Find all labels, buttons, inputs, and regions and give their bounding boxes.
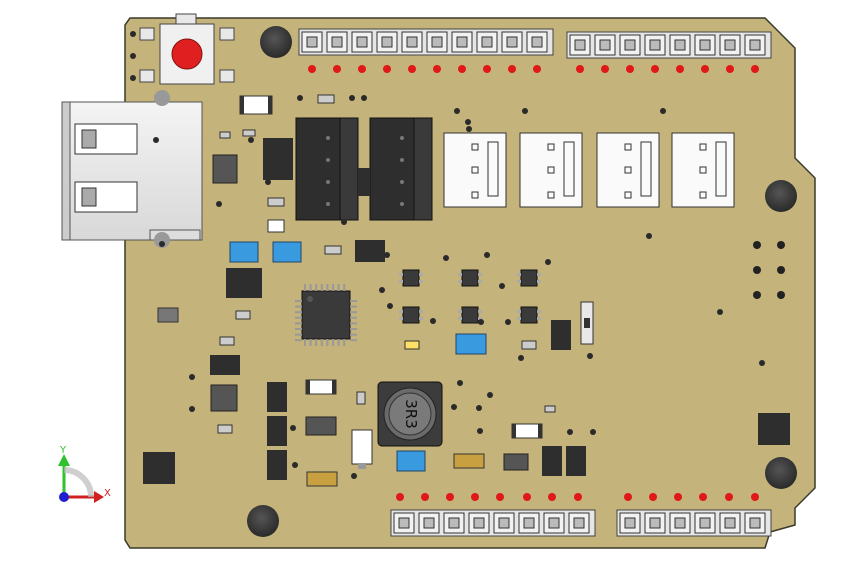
mounting-hole: [260, 26, 292, 58]
mounting-hole: [247, 505, 279, 537]
blue-capacitor: [229, 241, 259, 263]
mcu-chip: [295, 284, 357, 346]
blue-capacitor: [396, 450, 426, 472]
pin-header-bottom-left: [390, 509, 596, 537]
axis-x-label: X: [104, 488, 111, 499]
usb-connector: [61, 90, 203, 248]
pin-header-bottom-right: [616, 509, 772, 537]
pin-header-top-left: [298, 28, 554, 56]
inductor: 3R3: [377, 381, 443, 447]
mounting-hole: [765, 180, 797, 212]
pin-header-top-right: [566, 31, 772, 59]
pcb-render: 3R3 Y X: [58, 13, 816, 549]
axis-y-label: Y: [59, 445, 67, 456]
axis-triad: Y X: [58, 445, 111, 503]
blue-capacitor: [272, 241, 302, 263]
cad-viewport[interactable]: 3R3 Y X: [0, 0, 867, 562]
blue-capacitor: [455, 333, 487, 355]
inductor-marking: 3R3: [402, 399, 420, 429]
mounting-hole: [765, 457, 797, 489]
